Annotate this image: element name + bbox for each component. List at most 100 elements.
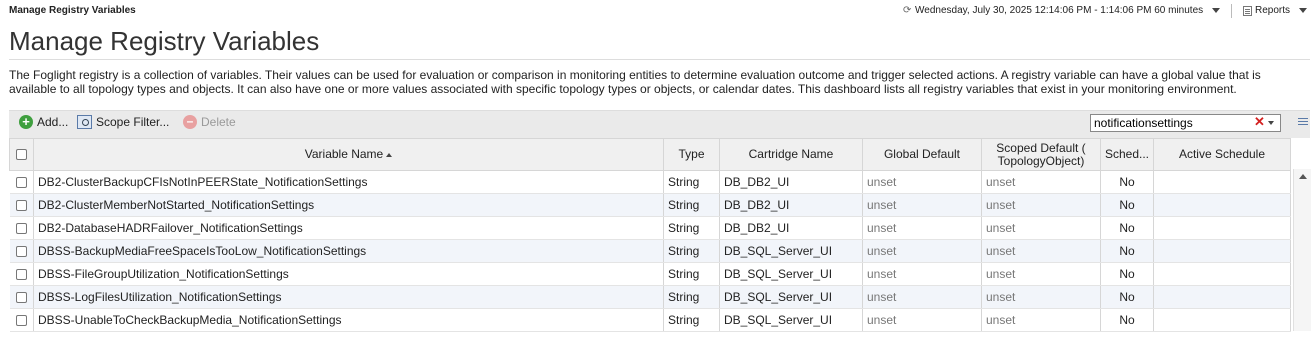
table-row[interactable]: DB2-ClusterBackupCFIsNotInPEERState_Noti… — [9, 170, 1291, 194]
cartridge-name-cell: DB_SQL_Server_UI — [719, 239, 863, 263]
type-cell: String — [663, 193, 720, 217]
search-input[interactable] — [1090, 114, 1281, 132]
global-default-cell: unset — [862, 170, 982, 194]
active-schedule-cell — [1153, 216, 1291, 240]
row-select-cell[interactable] — [9, 285, 34, 309]
column-settings-icon[interactable] — [1298, 118, 1308, 127]
global-default-cell: unset — [862, 239, 982, 263]
reports-label: Reports — [1255, 5, 1291, 16]
column-header-type[interactable]: Type — [663, 138, 720, 171]
table-header-row: Variable Name Type Cartridge Name Global… — [9, 138, 1291, 171]
row-checkbox[interactable] — [15, 246, 27, 258]
type-cell: String — [663, 239, 720, 263]
row-checkbox[interactable] — [15, 315, 27, 327]
scoped-default-cell: unset — [981, 239, 1101, 263]
top-bar: Manage Registry Variables ⟳ Wednesday, J… — [0, 0, 1314, 22]
clear-icon[interactable]: ✕ — [1254, 115, 1265, 129]
time-range-label: Wednesday, July 30, 2025 12:14:06 PM - 1… — [915, 5, 1204, 16]
column-header-global-default[interactable]: Global Default — [862, 138, 982, 171]
type-cell: String — [663, 262, 720, 286]
table-row[interactable]: DBSS-FileGroupUtilization_NotificationSe… — [9, 262, 1291, 286]
scheduled-cell: No — [1100, 216, 1154, 240]
global-default-cell: unset — [862, 193, 982, 217]
column-header-cartridge-name[interactable]: Cartridge Name — [719, 138, 863, 171]
global-default-cell: unset — [862, 308, 982, 332]
scoped-default-cell: unset — [981, 170, 1101, 194]
row-select-cell[interactable] — [9, 308, 34, 332]
select-all-checkbox[interactable] — [16, 149, 27, 161]
grid-toolbar: + Add... Scope Filter... – Delete ✕ — [9, 110, 1310, 138]
type-cell: String — [663, 308, 720, 332]
chevron-down-icon[interactable] — [1268, 121, 1274, 125]
table-row[interactable]: DBSS-BackupMediaFreeSpaceIsTooLow_Notifi… — [9, 239, 1291, 263]
type-cell: String — [663, 170, 720, 194]
select-all-cell[interactable] — [9, 138, 34, 171]
scoped-default-cell: unset — [981, 262, 1101, 286]
page-title: Manage Registry Variables — [9, 26, 320, 56]
table-row[interactable]: DBSS-LogFilesUtilization_NotificationSet… — [9, 285, 1291, 309]
row-select-cell[interactable] — [9, 262, 34, 286]
row-checkbox[interactable] — [15, 200, 27, 212]
scoped-default-cell: unset — [981, 216, 1101, 240]
active-schedule-cell — [1153, 285, 1291, 309]
cartridge-name-cell: DB_SQL_Server_UI — [719, 285, 863, 309]
column-header-scheduled[interactable]: Sched... — [1100, 138, 1154, 171]
variable-name-cell[interactable]: DB2-ClusterMemberNotStarted_Notification… — [33, 193, 664, 217]
reports-menu[interactable]: Reports — [1243, 5, 1308, 16]
add-icon: + — [19, 115, 33, 129]
scoped-default-cell: unset — [981, 285, 1101, 309]
scheduled-cell: No — [1100, 308, 1154, 332]
active-schedule-cell — [1153, 308, 1291, 332]
registry-variables-table: Variable Name Type Cartridge Name Global… — [9, 138, 1291, 332]
chevron-down-icon[interactable] — [1212, 8, 1221, 13]
variable-name-cell[interactable]: DBSS-UnableToCheckBackupMedia_Notificati… — [33, 308, 664, 332]
active-schedule-cell — [1153, 170, 1291, 194]
variable-name-cell[interactable]: DB2-ClusterBackupCFIsNotInPEERState_Noti… — [33, 170, 664, 194]
breadcrumb: Manage Registry Variables — [9, 5, 136, 16]
column-header-active-schedule[interactable]: Active Schedule — [1153, 138, 1291, 171]
row-checkbox[interactable] — [15, 269, 27, 281]
table-row[interactable]: DB2-DatabaseHADRFailover_NotificationSet… — [9, 216, 1291, 240]
global-default-cell: unset — [862, 285, 982, 309]
time-range-selector[interactable]: ⟳ Wednesday, July 30, 2025 12:14:06 PM -… — [903, 5, 1221, 16]
variable-name-cell[interactable]: DB2-DatabaseHADRFailover_NotificationSet… — [33, 216, 664, 240]
column-header-scoped-default[interactable]: Scoped Default ( TopologyObject) — [981, 138, 1101, 171]
cartridge-name-cell: DB_DB2_UI — [719, 170, 863, 194]
delete-button[interactable]: – Delete — [183, 115, 236, 129]
scheduled-cell: No — [1100, 262, 1154, 286]
add-button[interactable]: + Add... — [19, 115, 68, 129]
row-select-cell[interactable] — [9, 216, 34, 240]
scoped-default-cell: unset — [981, 308, 1101, 332]
chevron-down-icon[interactable] — [1299, 8, 1308, 13]
variable-name-cell[interactable]: DBSS-BackupMediaFreeSpaceIsTooLow_Notifi… — [33, 239, 664, 263]
cartridge-name-cell: DB_DB2_UI — [719, 216, 863, 240]
delete-icon: – — [183, 115, 197, 129]
scoped-default-cell: unset — [981, 193, 1101, 217]
column-header-variable-name[interactable]: Variable Name — [33, 138, 664, 171]
row-checkbox[interactable] — [15, 177, 27, 189]
row-select-cell[interactable] — [9, 193, 34, 217]
report-icon — [1243, 5, 1252, 16]
add-label: Add... — [37, 115, 69, 129]
cartridge-name-cell: DB_SQL_Server_UI — [719, 308, 863, 332]
title-divider — [9, 59, 1310, 60]
table-row[interactable]: DB2-ClusterMemberNotStarted_Notification… — [9, 193, 1291, 217]
global-default-cell: unset — [862, 216, 982, 240]
divider — [1231, 4, 1232, 18]
vertical-scrollbar[interactable] — [1293, 169, 1311, 331]
row-select-cell[interactable] — [9, 170, 34, 194]
scroll-up-icon[interactable] — [1299, 174, 1307, 179]
cartridge-name-cell: DB_DB2_UI — [719, 193, 863, 217]
active-schedule-cell — [1153, 239, 1291, 263]
variable-name-cell[interactable]: DBSS-FileGroupUtilization_NotificationSe… — [33, 262, 664, 286]
row-select-cell[interactable] — [9, 239, 34, 263]
scheduled-cell: No — [1100, 239, 1154, 263]
page-description: The Foglight registry is a collection of… — [9, 68, 1261, 96]
scope-filter-button[interactable]: Scope Filter... — [77, 115, 169, 129]
active-schedule-cell — [1153, 193, 1291, 217]
row-checkbox[interactable] — [15, 292, 27, 304]
row-checkbox[interactable] — [15, 223, 27, 235]
variable-name-cell[interactable]: DBSS-LogFilesUtilization_NotificationSet… — [33, 285, 664, 309]
cartridge-name-cell: DB_SQL_Server_UI — [719, 262, 863, 286]
table-row[interactable]: DBSS-UnableToCheckBackupMedia_Notificati… — [9, 308, 1291, 332]
